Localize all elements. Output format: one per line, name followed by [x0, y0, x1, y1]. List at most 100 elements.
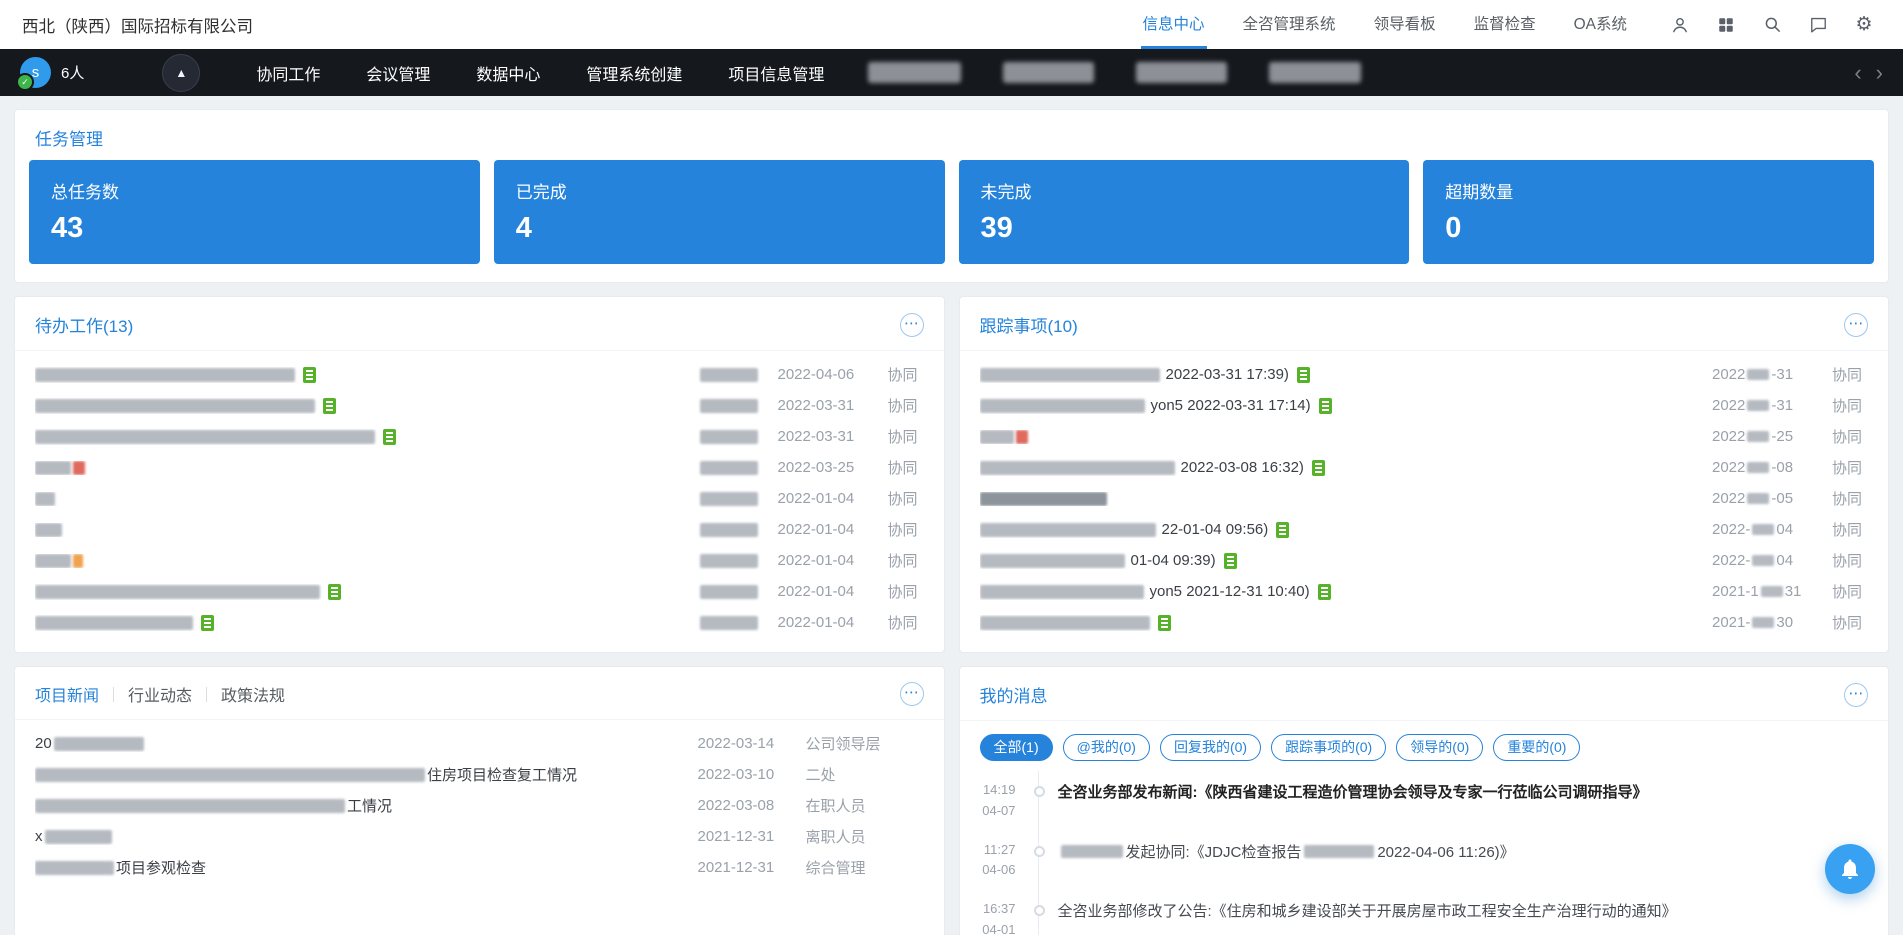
redacted-menu-item[interactable] — [1269, 62, 1361, 83]
tracking-row[interactable]: yon5 2022-03-31 17:14) 2022-31 协同 — [960, 390, 1889, 421]
todo-row[interactable]: 2022-03-25 协同 — [15, 452, 944, 483]
tab-policies[interactable]: 政策法规 — [221, 682, 285, 706]
redacted-menu-item[interactable] — [1136, 62, 1227, 83]
profile-icon[interactable] — [1669, 14, 1691, 36]
tracking-row[interactable]: yon5 2021-12-31 10:40) 2021-131 协同 — [960, 576, 1889, 607]
more-icon[interactable]: ⋯ — [900, 313, 924, 337]
stat-label: 超期数量 — [1445, 178, 1852, 203]
nav-up-circle-icon[interactable]: ▲ — [162, 54, 200, 92]
news-row[interactable]: 项目参观检查 2021-12-31 综合管理 — [15, 852, 944, 883]
redacted-date-part — [1747, 431, 1769, 442]
todo-date: 2022-03-31 — [778, 397, 874, 414]
redacted-date-part — [1761, 586, 1783, 597]
redacted-text — [35, 554, 71, 568]
news-row[interactable]: 20 2022-03-14 公司领导层 — [15, 728, 944, 759]
todo-row[interactable]: 2022-03-31 协同 — [15, 421, 944, 452]
redacted-person — [700, 430, 758, 444]
redacted-text — [35, 368, 295, 382]
tracking-row[interactable]: 2022-03-31 17:39) 2022-31 协同 — [960, 359, 1889, 390]
stat-completed[interactable]: 已完成 4 — [494, 160, 945, 264]
apps-grid-icon[interactable] — [1715, 14, 1737, 36]
message-time: 14:19 — [960, 780, 1016, 801]
topnav-supervision[interactable]: 监督检查 — [1474, 0, 1536, 49]
nav-next-icon[interactable]: › — [1876, 62, 1883, 84]
tracking-row[interactable]: 2021-30 协同 — [960, 607, 1889, 638]
redacted-menu-item[interactable] — [868, 62, 961, 83]
task-panel: 任务管理 总任务数 43 已完成 4 未完成 39 超期数量 0 — [14, 109, 1889, 283]
tab-project-news[interactable]: 项目新闻 — [35, 682, 99, 706]
menu-collaboration[interactable]: 协同工作 — [256, 61, 320, 85]
news-date: 2022-03-08 — [698, 797, 802, 814]
settings-gear-icon[interactable]: ⚙ — [1853, 14, 1875, 36]
todo-row[interactable]: 2022-01-04 协同 — [15, 545, 944, 576]
news-panel: 项目新闻 行业动态 政策法规 ⋯ 20 2022-03-14 公司领导层 — [14, 666, 945, 935]
menu-project-info[interactable]: 项目信息管理 — [728, 61, 824, 85]
todo-list: 2022-04-06 协同 2022-03-31 协同 2022-03-31 协… — [15, 351, 944, 652]
menu-data-center[interactable]: 数据中心 — [476, 61, 540, 85]
message-item[interactable]: 16:37 04-01 全咨业务部修改了公告:《住房和城乡建设部关于开展房屋市政… — [960, 890, 1889, 935]
filter-all[interactable]: 全部(1) — [980, 734, 1053, 761]
tab-separator — [113, 687, 114, 702]
avatar[interactable]: s ✓ — [20, 57, 51, 88]
message-item[interactable]: 11:27 04-06 发起协同:《JDJC检查报告2022-04-06 11:… — [960, 831, 1889, 891]
tracking-date: 2022-25 — [1712, 428, 1818, 445]
attachment-doc-icon — [1319, 398, 1332, 414]
more-icon[interactable]: ⋯ — [1844, 683, 1868, 707]
stat-total-tasks[interactable]: 总任务数 43 — [29, 160, 480, 264]
notification-bell-button[interactable] — [1825, 844, 1875, 894]
tracking-row[interactable]: 22-01-04 09:56) 2022-04 协同 — [960, 514, 1889, 545]
attachment-doc-icon — [323, 398, 336, 414]
tracking-tag: 协同 — [1832, 395, 1868, 416]
attachment-doc-icon — [1224, 553, 1237, 569]
todo-row[interactable]: 2022-03-31 协同 — [15, 390, 944, 421]
topnav-oa-system[interactable]: OA系统 — [1574, 0, 1627, 49]
redacted-text — [45, 830, 112, 844]
main-menu: 协同工作 会议管理 数据中心 管理系统创建 项目信息管理 — [256, 61, 824, 85]
message-item[interactable]: 14:19 04-07 全咨业务部发布新闻:《陕西省建设工程造价管理协会领导及专… — [960, 771, 1889, 831]
search-icon[interactable] — [1761, 14, 1783, 36]
topnav-consulting-system[interactable]: 全咨管理系统 — [1243, 0, 1336, 49]
topnav-leader-board[interactable]: 领导看板 — [1374, 0, 1436, 49]
message-time: 11:27 — [960, 840, 1016, 861]
tracking-tag: 协同 — [1832, 426, 1868, 447]
todo-row[interactable]: 2022-04-06 协同 — [15, 359, 944, 390]
stat-uncompleted[interactable]: 未完成 39 — [959, 160, 1410, 264]
filter-replies[interactable]: 回复我的(0) — [1160, 734, 1261, 761]
menu-meetings[interactable]: 会议管理 — [366, 61, 430, 85]
tracking-row[interactable]: 2022-25 协同 — [960, 421, 1889, 452]
nav-prev-icon[interactable]: ‹ — [1854, 62, 1861, 84]
redacted-person — [700, 616, 758, 630]
more-icon[interactable]: ⋯ — [1844, 313, 1868, 337]
filter-at-me[interactable]: @我的(0) — [1063, 734, 1150, 761]
filter-tracked[interactable]: 跟踪事项的(0) — [1271, 734, 1386, 761]
tracking-row[interactable]: 2022-03-08 16:32) 2022-08 协同 — [960, 452, 1889, 483]
message-time: 16:37 — [960, 899, 1016, 920]
redacted-menu-item[interactable] — [1003, 62, 1094, 83]
tracking-row[interactable]: 2022-05 协同 — [960, 483, 1889, 514]
todo-row[interactable]: 2022-01-04 协同 — [15, 576, 944, 607]
more-icon[interactable]: ⋯ — [900, 682, 924, 706]
tracking-date: 2022-05 — [1712, 490, 1818, 507]
news-row[interactable]: 工情况 2022-03-08 在职人员 — [15, 790, 944, 821]
news-row[interactable]: 住房项目检查复工情况 2022-03-10 二处 — [15, 759, 944, 790]
topnav-info-center[interactable]: 信息中心 — [1143, 0, 1205, 49]
news-date: 2022-03-14 — [698, 735, 802, 752]
nav-arrows: ‹ › — [1854, 62, 1883, 84]
tracking-row[interactable]: 01-04 09:39) 2022-04 协同 — [960, 545, 1889, 576]
tab-industry-trends[interactable]: 行业动态 — [128, 682, 192, 706]
chat-icon[interactable] — [1807, 14, 1829, 36]
news-row[interactable]: x 2021-12-31 离职人员 — [15, 821, 944, 852]
stat-value: 43 — [51, 212, 458, 245]
message-date: 04-06 — [960, 860, 1016, 881]
redacted-date-part — [1747, 400, 1769, 411]
todo-row[interactable]: 2022-01-04 协同 — [15, 607, 944, 638]
tracking-tag: 协同 — [1832, 519, 1868, 540]
attachment-doc-icon — [1297, 367, 1310, 383]
menu-system-creation[interactable]: 管理系统创建 — [586, 61, 682, 85]
redacted-text — [980, 399, 1145, 413]
stat-overdue[interactable]: 超期数量 0 — [1423, 160, 1874, 264]
filter-leader[interactable]: 领导的(0) — [1396, 734, 1483, 761]
todo-row[interactable]: 2022-01-04 协同 — [15, 514, 944, 545]
filter-important[interactable]: 重要的(0) — [1493, 734, 1580, 761]
todo-row[interactable]: 2022-01-04 协同 — [15, 483, 944, 514]
